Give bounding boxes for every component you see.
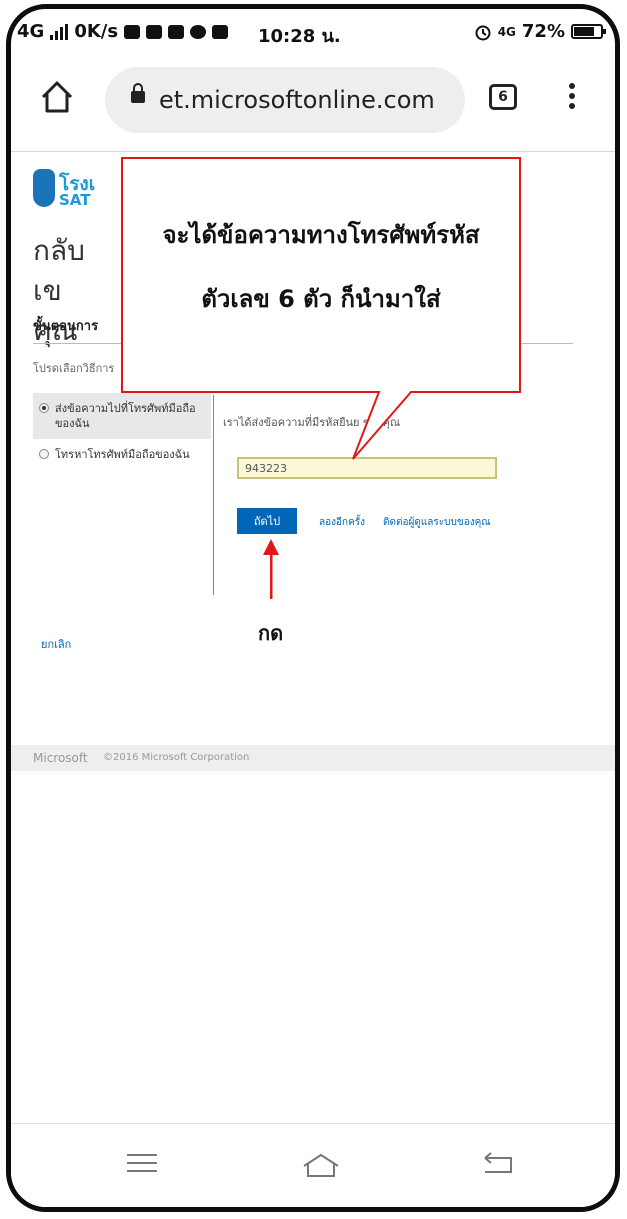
line-app-icon	[124, 24, 141, 39]
browser-toolbar: et.microsoftonline.com 6	[11, 57, 615, 152]
network-type-right: 4G	[497, 24, 516, 39]
clock: 10:28 น.	[258, 26, 341, 47]
network-speed: 0K/s	[74, 21, 119, 42]
home-icon[interactable]	[37, 77, 77, 117]
lock-icon	[131, 83, 145, 103]
battery-percent: 72%	[521, 21, 565, 42]
arrow-up-icon	[263, 539, 279, 599]
signal-icon	[50, 23, 69, 40]
more-menu-icon[interactable]	[567, 83, 577, 115]
status-right: 4G 72%	[474, 21, 606, 42]
press-label: กด	[258, 621, 284, 645]
status-left: 4G 0K/s	[17, 21, 229, 42]
page-footer: Microsoft ©2016 Microsoft Corporation	[11, 745, 615, 771]
radio-selected[interactable]	[39, 403, 49, 413]
battery-icon	[571, 24, 606, 39]
resend-link[interactable]: ลองอีกครั้ง	[319, 515, 365, 530]
messenger-icon	[190, 24, 207, 39]
nav-home-icon[interactable]	[301, 1152, 341, 1178]
back-icon[interactable]	[481, 1150, 515, 1176]
callout-annotation: จะได้ข้อความทางโทรศัพท์รหัส ตัวเลข 6 ตัว…	[121, 157, 521, 460]
logo-emblem	[33, 169, 55, 207]
menu-icon[interactable]	[127, 1154, 157, 1174]
school-logo: โรงเ SAT	[33, 169, 95, 215]
choose-method-text: โปรดเลือกวิธีการ	[33, 362, 115, 375]
cancel-link[interactable]: ยกเลิก	[41, 635, 71, 653]
logo-text-en: SAT	[59, 191, 91, 209]
status-bar: 4G 0K/s 10:28 น. 4G 72%	[11, 9, 615, 57]
radio-unselected[interactable]	[39, 449, 49, 459]
phone-frame: 4G 0K/s 10:28 น. 4G 72% et.microsoftonli…	[6, 4, 620, 1212]
url-text: et.microsoftonline.com	[159, 86, 435, 114]
tab-switcher-button[interactable]: 6	[489, 84, 517, 110]
copyright-text: ©2016 Microsoft Corporation	[103, 752, 250, 763]
callout-line-2: ตัวเลข 6 ตัว ก็นำมาใส่	[201, 285, 441, 313]
callout-line-1: จะได้ข้อความทางโทรศัพท์รหัส	[162, 221, 480, 249]
facebook-icon	[146, 24, 163, 39]
steps-heading: ขั้นตอนการ	[33, 319, 99, 334]
network-type: 4G	[17, 21, 45, 42]
address-bar[interactable]: et.microsoftonline.com	[105, 67, 465, 133]
mail-icon	[168, 24, 185, 39]
next-button[interactable]: ถัดไป	[237, 508, 297, 534]
android-nav-bar	[11, 1123, 615, 1207]
gmail-icon	[212, 24, 229, 39]
contact-admin-link[interactable]: ติดต่อผู้ดูแลระบบของคุณ	[383, 515, 491, 530]
microsoft-logo: Microsoft	[33, 751, 88, 765]
alarm-icon	[475, 25, 491, 40]
